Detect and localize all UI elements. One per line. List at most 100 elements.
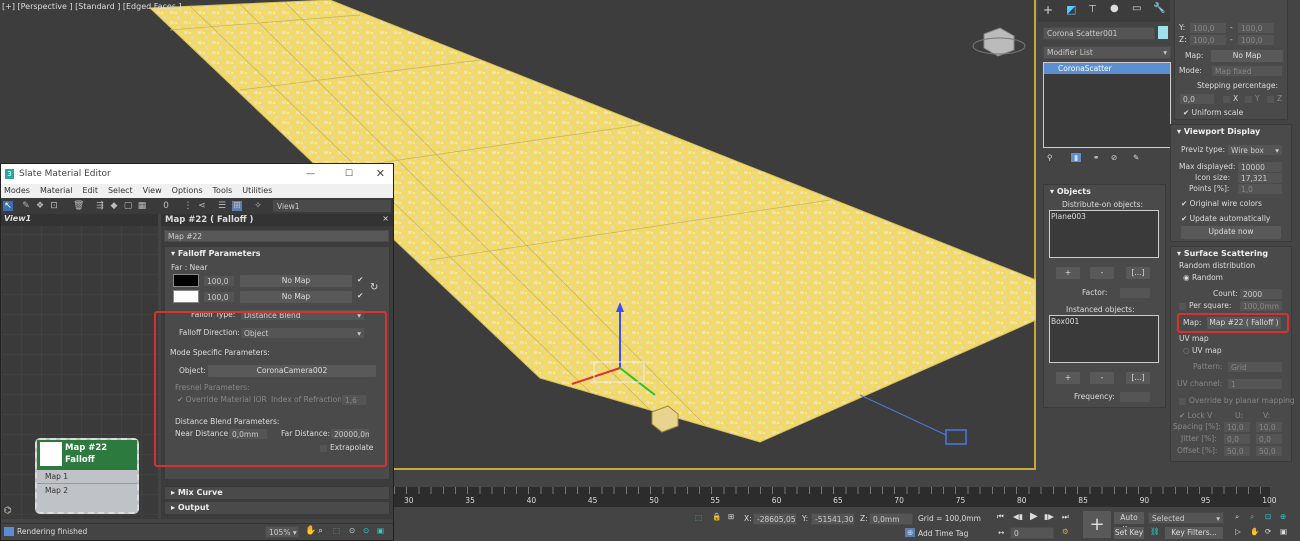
set-key-big-button[interactable]: +	[1083, 511, 1111, 538]
far-value-spinner[interactable]: 100,0	[203, 275, 235, 287]
points-spinner[interactable]: 1,0	[1237, 183, 1283, 195]
zoom-dropdown[interactable]: 105% ▾	[265, 526, 299, 538]
viewport-display-header[interactable]: ▾ Viewport Display	[1171, 125, 1291, 138]
menu-select[interactable]: Select	[108, 184, 133, 198]
uv-channel-spinner[interactable]: 1	[1227, 378, 1283, 390]
orbit-icon[interactable]: ⟳	[1265, 527, 1271, 536]
z-coordinate-field[interactable]: 0,0mm	[869, 513, 913, 525]
jitter-v-spinner[interactable]: 0,0	[1255, 433, 1283, 445]
assign-material-icon[interactable]: ❖	[35, 201, 45, 211]
pin-stack-icon[interactable]: ⚲	[1047, 153, 1053, 162]
layout-vertical-icon[interactable]: ⋮	[183, 201, 193, 211]
add-distribute-button[interactable]: +	[1056, 267, 1080, 279]
menu-view[interactable]: View	[143, 184, 162, 198]
previous-frame-icon[interactable]: ◀▮	[1013, 512, 1023, 521]
auto-key-button[interactable]: Auto Key	[1114, 512, 1144, 534]
pan-view-icon[interactable]: ✋	[1250, 527, 1259, 536]
remove-instanced-button[interactable]: -	[1090, 372, 1114, 384]
key-selection-dropdown[interactable]: Selected ▾	[1148, 512, 1224, 524]
mix-curve-rollout[interactable]: ▸ Mix Curve	[164, 486, 390, 500]
scale-z-max[interactable]: 100,0	[1237, 34, 1275, 46]
checker-icon[interactable]: ▦	[137, 201, 147, 211]
show-map-icon[interactable]: ◆	[109, 201, 119, 211]
layout-children-icon[interactable]: ⋖	[197, 201, 207, 211]
scale-z-min[interactable]: 100,0	[1189, 34, 1227, 46]
time-tag-icon[interactable]: ⊕	[905, 528, 916, 537]
parameter-editor-icon[interactable]: ☰	[217, 201, 227, 211]
timeline-track[interactable]: 30 35 40 45 50 55 60 65 70 75 80 85 90 95 100	[394, 487, 1277, 507]
update-now-button[interactable]: Update now	[1181, 226, 1281, 239]
reset-map-icon[interactable]: ⊡	[49, 201, 59, 211]
modifier-list-dropdown[interactable]: Modifier List ▾	[1043, 46, 1171, 59]
configure-sets-icon[interactable]: ✎	[1133, 153, 1139, 162]
offset-v-spinner[interactable]: 50,0	[1255, 445, 1283, 457]
falloff-parameters-rollout[interactable]: ▾ Falloff Parameters	[165, 247, 389, 260]
scale-y-min[interactable]: 100,0	[1189, 22, 1227, 34]
zoom-icon[interactable]: ⌕	[318, 526, 323, 536]
zoom-viewport-icon[interactable]: ⌕	[1235, 512, 1239, 522]
delete-icon[interactable]: 🗑	[73, 201, 84, 211]
object-name-field[interactable]: Corona Scatter001	[1043, 27, 1155, 40]
navigator-icon[interactable]: ✧	[253, 201, 263, 211]
view-tab[interactable]: View1	[1, 214, 158, 226]
override-planar-checkbox[interactable]: Override by planar mapping	[1179, 396, 1295, 405]
scale-y-max[interactable]: 100,0	[1237, 22, 1275, 34]
falloff-node[interactable]: Map #22 Falloff Map 1 Map 2	[35, 438, 139, 514]
remove-modifier-icon[interactable]: ⊘	[1111, 153, 1117, 162]
browse-instanced-button[interactable]: [...]	[1126, 372, 1150, 384]
go-to-start-icon[interactable]: ⏮	[997, 512, 1004, 522]
map-name-field[interactable]: Map #22	[164, 230, 389, 242]
random-radio[interactable]: ◉ Random	[1183, 273, 1223, 282]
menu-material[interactable]: Material	[40, 184, 73, 198]
y-coordinate-field[interactable]: -51541,30	[811, 513, 855, 525]
move-children-icon[interactable]: ⇶	[95, 201, 105, 211]
close-params-icon[interactable]: ×	[382, 214, 389, 223]
node-input-map2[interactable]: Map 2	[37, 484, 137, 497]
update-automatically-checkbox[interactable]: ✔ Update automatically	[1181, 214, 1270, 223]
scale-map-button[interactable]: No Map	[1211, 50, 1283, 62]
surface-scattering-header[interactable]: ▾ Surface Scattering	[1171, 247, 1291, 260]
stack-item-coronascatter[interactable]: CoronaScatter	[1044, 63, 1170, 74]
scale-mode-dropdown[interactable]: Map fixed	[1211, 65, 1283, 77]
x-coordinate-field[interactable]: -28605,05	[753, 513, 797, 525]
set-key-button[interactable]: Set Key	[1114, 527, 1144, 539]
zoom-extents-all-icon[interactable]: ⊕	[1280, 512, 1286, 521]
pan-icon[interactable]: ✋	[305, 526, 316, 536]
eyedropper-icon[interactable]: ✎	[21, 201, 31, 211]
spacing-v-spinner[interactable]: 10,0	[1255, 421, 1283, 433]
show-background-icon[interactable]: ▢	[123, 201, 133, 211]
isolate-selection-icon[interactable]: ⬚	[695, 513, 702, 522]
uv-map-radio[interactable]: ○ UV map	[1183, 346, 1222, 355]
hierarchy-tab-icon[interactable]: ⊤	[1088, 4, 1097, 15]
step-y-checkbox[interactable]: Y	[1245, 94, 1260, 103]
list-item[interactable]: Box001	[1051, 317, 1157, 326]
key-filters-button[interactable]: Key Filters...	[1165, 527, 1223, 539]
show-end-result-icon[interactable]: ▮	[1071, 153, 1082, 162]
motion-tab-icon[interactable]: ●	[1110, 3, 1119, 14]
uniform-scale-checkbox[interactable]: ✔ Uniform scale	[1183, 108, 1243, 117]
instanced-list[interactable]: Box001	[1049, 315, 1159, 363]
lock-selection-icon[interactable]: 🔒	[712, 512, 721, 521]
zoom-extents-icon[interactable]: ⊙	[349, 526, 355, 535]
display-tab-icon[interactable]: ▭	[1132, 3, 1141, 14]
zoom-all-icon[interactable]: ⌕	[1250, 512, 1254, 522]
viewport-label[interactable]: [+] [Perspective ] [Standard ] [Edged Fa…	[2, 2, 182, 11]
select-by-material-icon[interactable]: ⊞	[232, 201, 242, 211]
far-color-swatch[interactable]	[173, 274, 199, 287]
play-icon[interactable]: ▶	[1030, 511, 1038, 522]
menu-modes[interactable]: Modes	[4, 184, 30, 198]
stepping-spinner[interactable]: 0,0	[1179, 93, 1215, 105]
maximize-button[interactable]: ☐	[345, 164, 353, 184]
current-frame-field[interactable]: 0	[1010, 527, 1054, 539]
browse-distribute-button[interactable]: [...]	[1126, 267, 1150, 279]
zoom-extents-icon[interactable]: ⊡	[1265, 512, 1271, 521]
node-input-map1[interactable]: Map 1	[37, 470, 137, 484]
near-map-button[interactable]: No Map	[240, 291, 352, 303]
count-spinner[interactable]: 2000	[1239, 288, 1283, 300]
step-x-checkbox[interactable]: X	[1223, 94, 1238, 103]
menu-edit[interactable]: Edit	[82, 184, 98, 198]
view-dropdown[interactable]: View1	[273, 200, 391, 212]
add-instanced-button[interactable]: +	[1056, 372, 1080, 384]
close-button[interactable]: ✕	[376, 164, 385, 184]
fov-icon[interactable]: ▷	[1235, 527, 1241, 536]
